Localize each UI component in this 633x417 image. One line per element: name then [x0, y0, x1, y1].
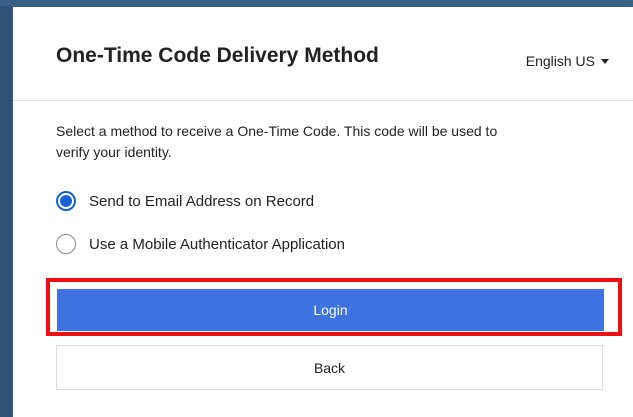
- page-title: One-Time Code Delivery Method: [56, 44, 379, 67]
- back-button[interactable]: Back: [56, 345, 603, 390]
- option-email-label: Send to Email Address on Record: [89, 192, 315, 210]
- dialog-card: One-Time Code Delivery Method English US…: [13, 7, 633, 417]
- background-top-edge: [0, 0, 633, 6]
- option-authenticator-label: Use a Mobile Authenticator Application: [89, 235, 345, 253]
- background-left-edge: [0, 0, 12, 417]
- login-button[interactable]: Login: [57, 289, 604, 331]
- radio-authenticator[interactable]: [56, 234, 76, 254]
- language-selector[interactable]: English US: [526, 53, 609, 69]
- dialog-header: One-Time Code Delivery Method English US: [13, 7, 633, 101]
- radio-email-checked[interactable]: [56, 191, 76, 211]
- language-label: English US: [525, 53, 595, 69]
- caret-down-icon: [601, 58, 609, 64]
- option-authenticator[interactable]: Use a Mobile Authenticator Application: [56, 234, 345, 254]
- instructions-text: Select a method to receive a One-Time Co…: [56, 123, 498, 160]
- option-email[interactable]: Send to Email Address on Record: [56, 191, 314, 211]
